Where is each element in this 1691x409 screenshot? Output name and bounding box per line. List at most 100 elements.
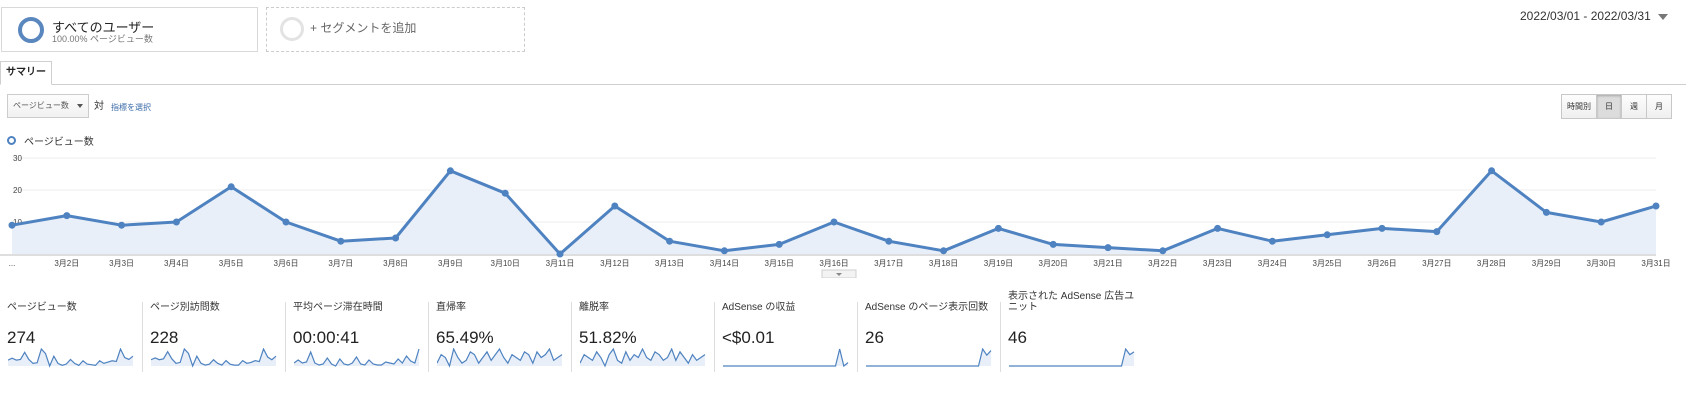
sparkline (294, 348, 420, 367)
metric-select[interactable]: ページビュー数 (7, 94, 89, 118)
sparkline-line (723, 348, 849, 368)
scorecard[interactable]: 離脱率 51.82% (571, 302, 714, 372)
data-point (611, 202, 619, 210)
data-point (282, 218, 290, 226)
x-tick-label: 3月2日 (54, 259, 79, 268)
y-tick-label: 30 (13, 154, 22, 163)
x-tick-label: 3月27日 (1422, 259, 1451, 268)
scorecard-title: ページビュー数 (7, 302, 77, 313)
data-point (1049, 240, 1057, 248)
scorecard-title: AdSense の収益 (722, 302, 796, 313)
x-tick-label: 3月16日 (819, 259, 848, 268)
period-day-button[interactable]: 日 (1596, 94, 1622, 119)
data-point (720, 247, 728, 255)
data-point (556, 250, 564, 258)
date-range-text: 2022/03/01 - 2022/03/31 (1520, 9, 1651, 23)
x-tick-label: 3月19日 (984, 259, 1013, 268)
data-point (1104, 244, 1112, 252)
scorecard-value: 274 (7, 328, 36, 347)
x-tick-label: 3月20日 (1039, 259, 1068, 268)
select-metric-link[interactable]: 指標を選択 (111, 102, 151, 113)
period-month-button[interactable]: 月 (1646, 94, 1672, 119)
sparkline (151, 348, 277, 368)
x-tick-label: 3月30日 (1587, 259, 1616, 268)
sparkline (580, 348, 706, 368)
sparkline (1009, 348, 1135, 367)
period-week-button[interactable]: 週 (1621, 94, 1647, 119)
x-tick-label: 3月12日 (600, 259, 629, 268)
segment-subtitle: 100.00% ページビュー数 (52, 34, 153, 44)
scorecard[interactable]: AdSense の収益 <$0.01 (714, 302, 857, 372)
scorecard-value: <$0.01 (722, 328, 775, 347)
x-tick-label: 3月14日 (710, 259, 739, 268)
date-range-picker[interactable]: 2022/03/01 - 2022/03/31 (1520, 9, 1668, 23)
data-point (8, 221, 16, 229)
empty-segment-ring-icon (280, 17, 304, 41)
scorecard-title: 平均ページ滞在時間 (293, 302, 383, 313)
data-point (63, 212, 71, 220)
data-point (1214, 224, 1222, 232)
tab-divider (0, 84, 1686, 85)
x-tick-label: 3月21日 (1093, 259, 1122, 268)
metric-select-value: ページビュー数 (13, 101, 69, 110)
x-tick-label: 3月6日 (274, 259, 299, 268)
tab-summary[interactable]: サマリー (0, 61, 52, 85)
period-toggle: 時間別 日 週 月 (1561, 94, 1672, 119)
scorecard-value: 65.49% (436, 328, 494, 347)
add-segment-button[interactable]: + セグメントを追加 (266, 7, 525, 52)
sparkline-area (8, 349, 133, 366)
segment-all-users[interactable]: すべてのユーザー 100.00% ページビュー数 (1, 7, 258, 52)
x-tick-label: ... (9, 259, 16, 268)
data-point (1488, 167, 1496, 175)
chart-legend: ページビュー数 (7, 133, 94, 148)
x-tick-label: 3月4日 (164, 259, 189, 268)
x-tick-label: 3月29日 (1532, 259, 1561, 268)
data-point (1652, 202, 1660, 210)
series-area (12, 170, 1656, 254)
data-point (501, 189, 509, 197)
scorecard-value: 00:00:41 (293, 328, 360, 347)
x-tick-label: 3月24日 (1258, 259, 1287, 268)
data-point (392, 234, 400, 242)
scorecard[interactable]: 平均ページ滞在時間 00:00:41 (285, 302, 428, 372)
scorecard-value: 26 (865, 328, 884, 347)
sparkline (723, 348, 849, 368)
x-tick-label: 3月11日 (546, 259, 575, 268)
x-tick-label: 3月13日 (655, 259, 684, 268)
scorecard[interactable]: ページ別訪問数 228 (142, 302, 285, 372)
scorecard-value: 51.82% (579, 328, 637, 347)
sparkline-line (866, 348, 992, 367)
data-point (940, 247, 948, 255)
x-tick-label: 3月17日 (874, 259, 903, 268)
sparkline-area (580, 349, 705, 366)
data-point (446, 167, 454, 175)
scorecard-title: ページ別訪問数 (150, 302, 220, 313)
versus-label: 対 (94, 101, 104, 112)
x-tick-label: 3月23日 (1203, 259, 1232, 268)
data-point (1268, 237, 1276, 245)
sparkline (437, 348, 563, 368)
scorecard[interactable]: 直帰率 65.49% (428, 302, 571, 372)
scorecard-title: 表示された AdSense 広告ユニット (1008, 291, 1135, 313)
x-tick-label: 3月22日 (1148, 259, 1177, 268)
data-point (666, 237, 674, 245)
scorecard-title: AdSense のページ表示回数 (865, 302, 989, 313)
x-tick-label: 3月26日 (1367, 259, 1396, 268)
data-point (1159, 247, 1167, 255)
sparkline-area (437, 349, 562, 366)
x-tick-label: 3月9日 (438, 259, 463, 268)
period-hourly-button[interactable]: 時間別 (1561, 94, 1597, 119)
x-tick-label: 3月28日 (1477, 259, 1506, 268)
data-point (172, 218, 180, 226)
scorecard[interactable]: AdSense のページ表示回数 26 (857, 302, 1000, 372)
scorecard[interactable]: 表示された AdSense 広告ユニット 46 (1000, 291, 1143, 372)
data-point (1542, 208, 1550, 216)
data-point (118, 221, 126, 229)
scorecard-value: 228 (150, 328, 179, 347)
sparkline-area (866, 349, 991, 366)
scorecard[interactable]: ページビュー数 274 (0, 302, 142, 372)
data-point (1597, 218, 1605, 226)
data-point (775, 240, 783, 248)
chevron-down-icon (1657, 13, 1668, 20)
add-segment-label: + セグメントを追加 (310, 21, 417, 35)
